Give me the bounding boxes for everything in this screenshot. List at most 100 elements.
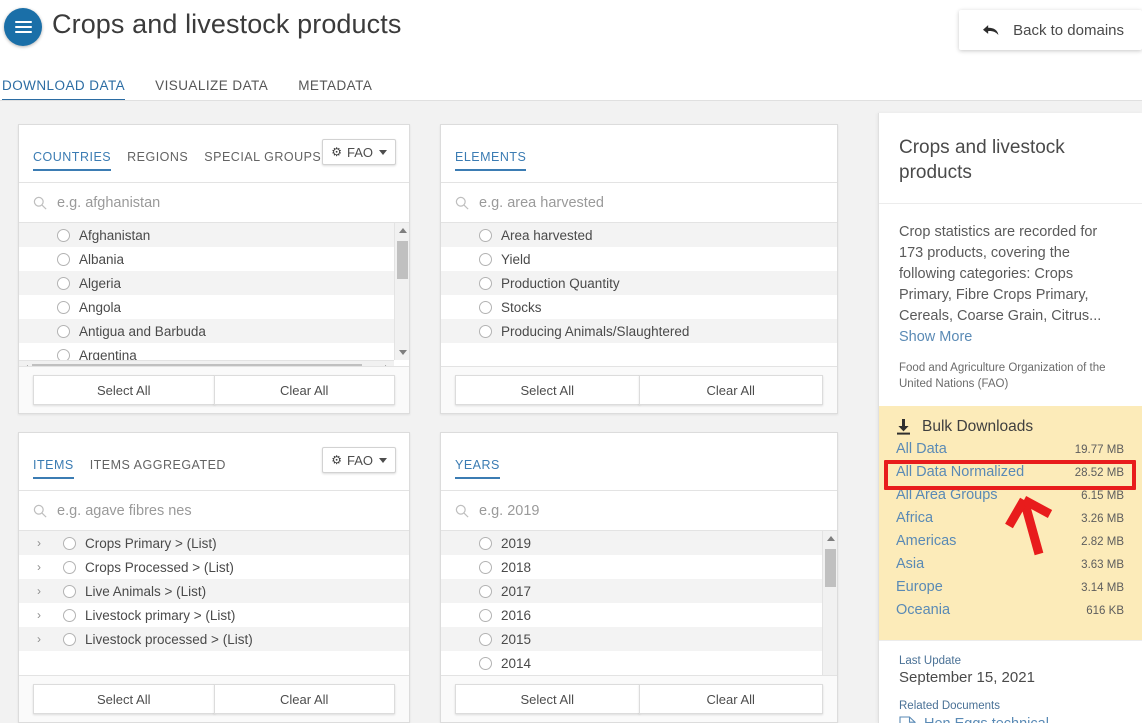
countries-fao-dropdown[interactable]: ⚙ FAO <box>322 139 396 165</box>
tab-countries[interactable]: COUNTRIES <box>33 150 112 171</box>
tab-years[interactable]: YEARS <box>455 458 500 479</box>
bulk-download-row-asia[interactable]: Asia 3.63 MB <box>894 556 1127 579</box>
show-more-link[interactable]: Show More <box>899 329 972 345</box>
list-item[interactable]: Albania <box>19 247 409 271</box>
scroll-up-icon[interactable] <box>827 536 835 541</box>
years-option-list[interactable]: 2019 2018 2017 2016 2015 2014 <box>441 531 837 685</box>
radio-icon[interactable] <box>63 560 76 574</box>
bulk-download-name: Americas <box>896 533 957 549</box>
radio-icon[interactable] <box>479 324 492 338</box>
elements-filter-input[interactable] <box>479 194 804 211</box>
elements-select-all-button[interactable]: Select All <box>455 375 640 405</box>
bulk-download-row-africa[interactable]: Africa 3.26 MB <box>894 510 1127 533</box>
items-option-list[interactable]: › Crops Primary > (List) › Crops Process… <box>19 531 409 685</box>
countries-vertical-scrollbar[interactable] <box>394 223 409 360</box>
radio-icon[interactable] <box>57 252 70 266</box>
items-filter-input[interactable] <box>57 502 377 519</box>
bulk-download-row-americas[interactable]: Americas 2.82 MB <box>894 533 1127 556</box>
tab-special-groups[interactable]: SPECIAL GROUPS <box>204 150 321 169</box>
countries-filter-input[interactable] <box>57 194 377 211</box>
years-select-all-button[interactable]: Select All <box>455 684 640 714</box>
list-item[interactable]: Production Quantity <box>441 271 837 295</box>
download-icon <box>897 419 910 435</box>
radio-icon[interactable] <box>63 632 76 646</box>
list-item[interactable]: Producing Animals/Slaughtered <box>441 319 837 343</box>
radio-icon[interactable] <box>479 252 492 266</box>
radio-icon[interactable] <box>479 228 492 242</box>
radio-icon[interactable] <box>63 608 76 622</box>
list-item[interactable]: 2014 <box>441 651 837 675</box>
items-fao-label: FAO <box>346 452 373 468</box>
tab-regions[interactable]: REGIONS <box>127 150 188 169</box>
elements-option-list[interactable]: Area harvested Yield Production Quantity… <box>441 223 837 376</box>
radio-icon[interactable] <box>479 656 492 670</box>
bulk-download-row-all-data[interactable]: All Data 19.77 MB <box>894 441 1127 464</box>
items-select-all-button[interactable]: Select All <box>33 684 215 714</box>
list-item[interactable]: Yield <box>441 247 837 271</box>
chevron-right-icon[interactable]: › <box>37 561 41 573</box>
list-item[interactable]: Antigua and Barbuda <box>19 319 409 343</box>
radio-icon[interactable] <box>479 560 492 574</box>
tab-items[interactable]: ITEMS <box>33 458 74 479</box>
radio-icon[interactable] <box>63 536 76 550</box>
list-item[interactable]: Area harvested <box>441 223 837 247</box>
radio-icon[interactable] <box>479 276 492 290</box>
scroll-thumb[interactable] <box>397 241 408 279</box>
bulk-download-row-oceania[interactable]: Oceania 616 KB <box>894 602 1127 625</box>
bulk-download-row-europe[interactable]: Europe 3.14 MB <box>894 579 1127 602</box>
bulk-download-name: All Area Groups <box>896 487 998 503</box>
list-item[interactable]: 2018 <box>441 555 837 579</box>
countries-select-all-button[interactable]: Select All <box>33 375 215 405</box>
years-clear-all-button[interactable]: Clear All <box>638 684 823 714</box>
list-item[interactable]: 2015 <box>441 627 837 651</box>
list-item[interactable]: › Crops Processed > (List) <box>19 555 409 579</box>
radio-icon[interactable] <box>479 536 492 550</box>
scroll-thumb[interactable] <box>825 549 836 587</box>
items-fao-dropdown[interactable]: ⚙ FAO <box>322 447 396 473</box>
list-item[interactable]: Afghanistan <box>19 223 409 247</box>
radio-icon[interactable] <box>57 276 70 290</box>
back-to-domains-button[interactable]: Back to domains <box>959 10 1142 50</box>
list-item[interactable]: › Livestock processed > (List) <box>19 627 409 651</box>
list-item[interactable]: 2019 <box>441 531 837 555</box>
items-clear-all-button[interactable]: Clear All <box>213 684 395 714</box>
domain-info-sidebar: Crops and livestock products Crop statis… <box>878 113 1142 723</box>
radio-icon[interactable] <box>479 300 492 314</box>
years-vertical-scrollbar[interactable] <box>822 531 837 685</box>
list-item[interactable]: › Live Animals > (List) <box>19 579 409 603</box>
list-item[interactable]: › Livestock primary > (List) <box>19 603 409 627</box>
radio-icon[interactable] <box>479 608 492 622</box>
radio-icon[interactable] <box>479 584 492 598</box>
radio-icon[interactable] <box>57 228 70 242</box>
bulk-download-row-all-area-groups[interactable]: All Area Groups 6.15 MB <box>894 487 1127 510</box>
hamburger-menu-icon[interactable] <box>4 8 42 46</box>
tab-elements[interactable]: ELEMENTS <box>455 150 527 171</box>
radio-icon[interactable] <box>63 584 76 598</box>
radio-icon[interactable] <box>479 632 492 646</box>
radio-icon[interactable] <box>57 324 70 338</box>
tab-visualize-data[interactable]: VISUALIZE DATA <box>155 78 268 101</box>
chevron-right-icon[interactable]: › <box>37 537 41 549</box>
list-item[interactable]: 2016 <box>441 603 837 627</box>
scroll-down-icon[interactable] <box>399 350 407 355</box>
years-filter-input[interactable] <box>479 502 804 519</box>
list-item[interactable]: Algeria <box>19 271 409 295</box>
chevron-right-icon[interactable]: › <box>37 585 41 597</box>
chevron-right-icon[interactable]: › <box>37 609 41 621</box>
search-icon <box>33 196 47 210</box>
bulk-download-row-all-data-normalized[interactable]: All Data Normalized 28.52 MB <box>894 464 1127 487</box>
tab-metadata[interactable]: METADATA <box>298 78 372 101</box>
list-item[interactable]: Angola <box>19 295 409 319</box>
scroll-up-icon[interactable] <box>399 228 407 233</box>
list-item[interactable]: 2017 <box>441 579 837 603</box>
related-document-link[interactable]: PDF Hen Eggs technical conversion factor <box>899 714 1122 723</box>
list-item[interactable]: Stocks <box>441 295 837 319</box>
elements-clear-all-button[interactable]: Clear All <box>638 375 823 405</box>
countries-option-list[interactable]: Afghanistan Albania Algeria Angola Antig… <box>19 223 409 376</box>
radio-icon[interactable] <box>57 300 70 314</box>
chevron-right-icon[interactable]: › <box>37 633 41 645</box>
tab-download-data[interactable]: DOWNLOAD DATA <box>2 78 126 101</box>
list-item[interactable]: › Crops Primary > (List) <box>19 531 409 555</box>
countries-clear-all-button[interactable]: Clear All <box>213 375 395 405</box>
tab-items-aggregated[interactable]: ITEMS AGGREGATED <box>90 458 226 477</box>
